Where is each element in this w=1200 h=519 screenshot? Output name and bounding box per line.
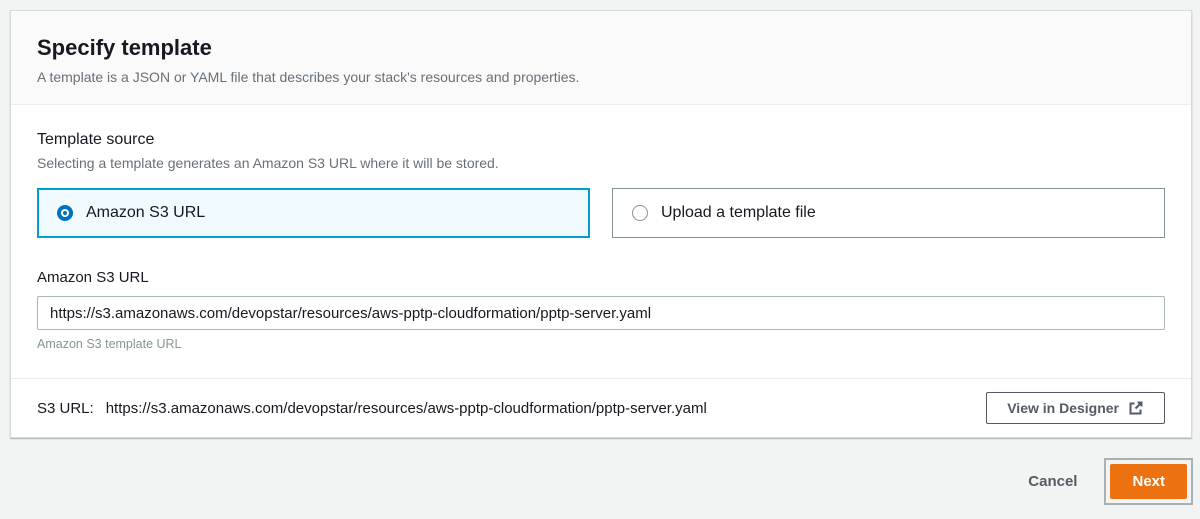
view-in-designer-label: View in Designer [1007,400,1119,416]
s3-url-field-hint: Amazon S3 template URL [37,336,1165,352]
radio-tile-amazon-s3-url[interactable]: Amazon S3 URL [37,188,590,238]
template-source-options: Amazon S3 URL Upload a template file [37,188,1165,238]
s3-url-field-label: Amazon S3 URL [37,268,1165,288]
specify-template-panel: Specify template A template is a JSON or… [10,10,1192,438]
wizard-actions: Cancel Next [1028,458,1193,505]
cancel-button[interactable]: Cancel [1028,473,1077,490]
template-source-label: Template source [37,129,1165,151]
template-source-group: Template source Selecting a template gen… [37,129,1165,173]
page-title: Specify template [37,34,1165,62]
specify-template-page: Specify template A template is a JSON or… [0,0,1200,519]
template-source-description: Selecting a template generates an Amazon… [37,153,1165,173]
radio-tile-upload-template-file[interactable]: Upload a template file [612,188,1165,238]
panel-header: Specify template A template is a JSON or… [11,11,1191,105]
external-link-icon [1128,400,1144,416]
s3-url-field-group: Amazon S3 URL Amazon S3 template URL [37,268,1165,352]
radio-unselected-icon[interactable] [632,205,648,221]
panel-body: Template source Selecting a template gen… [11,105,1191,378]
s3-url-input[interactable] [37,296,1165,330]
panel-footer: S3 URL: https://s3.amazonaws.com/devopsta… [11,378,1191,437]
page-subtitle: A template is a JSON or YAML file that d… [37,67,1165,87]
s3-url-summary: S3 URL: https://s3.amazonaws.com/devopsta… [37,400,707,417]
radio-tile-label: Upload a template file [661,204,816,222]
next-button[interactable]: Next [1110,464,1187,499]
next-button-focus-ring: Next [1104,458,1193,505]
s3-url-summary-label: S3 URL: [37,400,94,417]
s3-url-summary-value: https://s3.amazonaws.com/devopstar/resou… [106,400,707,417]
radio-selected-icon[interactable] [57,205,73,221]
radio-tile-label: Amazon S3 URL [86,204,205,222]
view-in-designer-button[interactable]: View in Designer [986,392,1165,424]
